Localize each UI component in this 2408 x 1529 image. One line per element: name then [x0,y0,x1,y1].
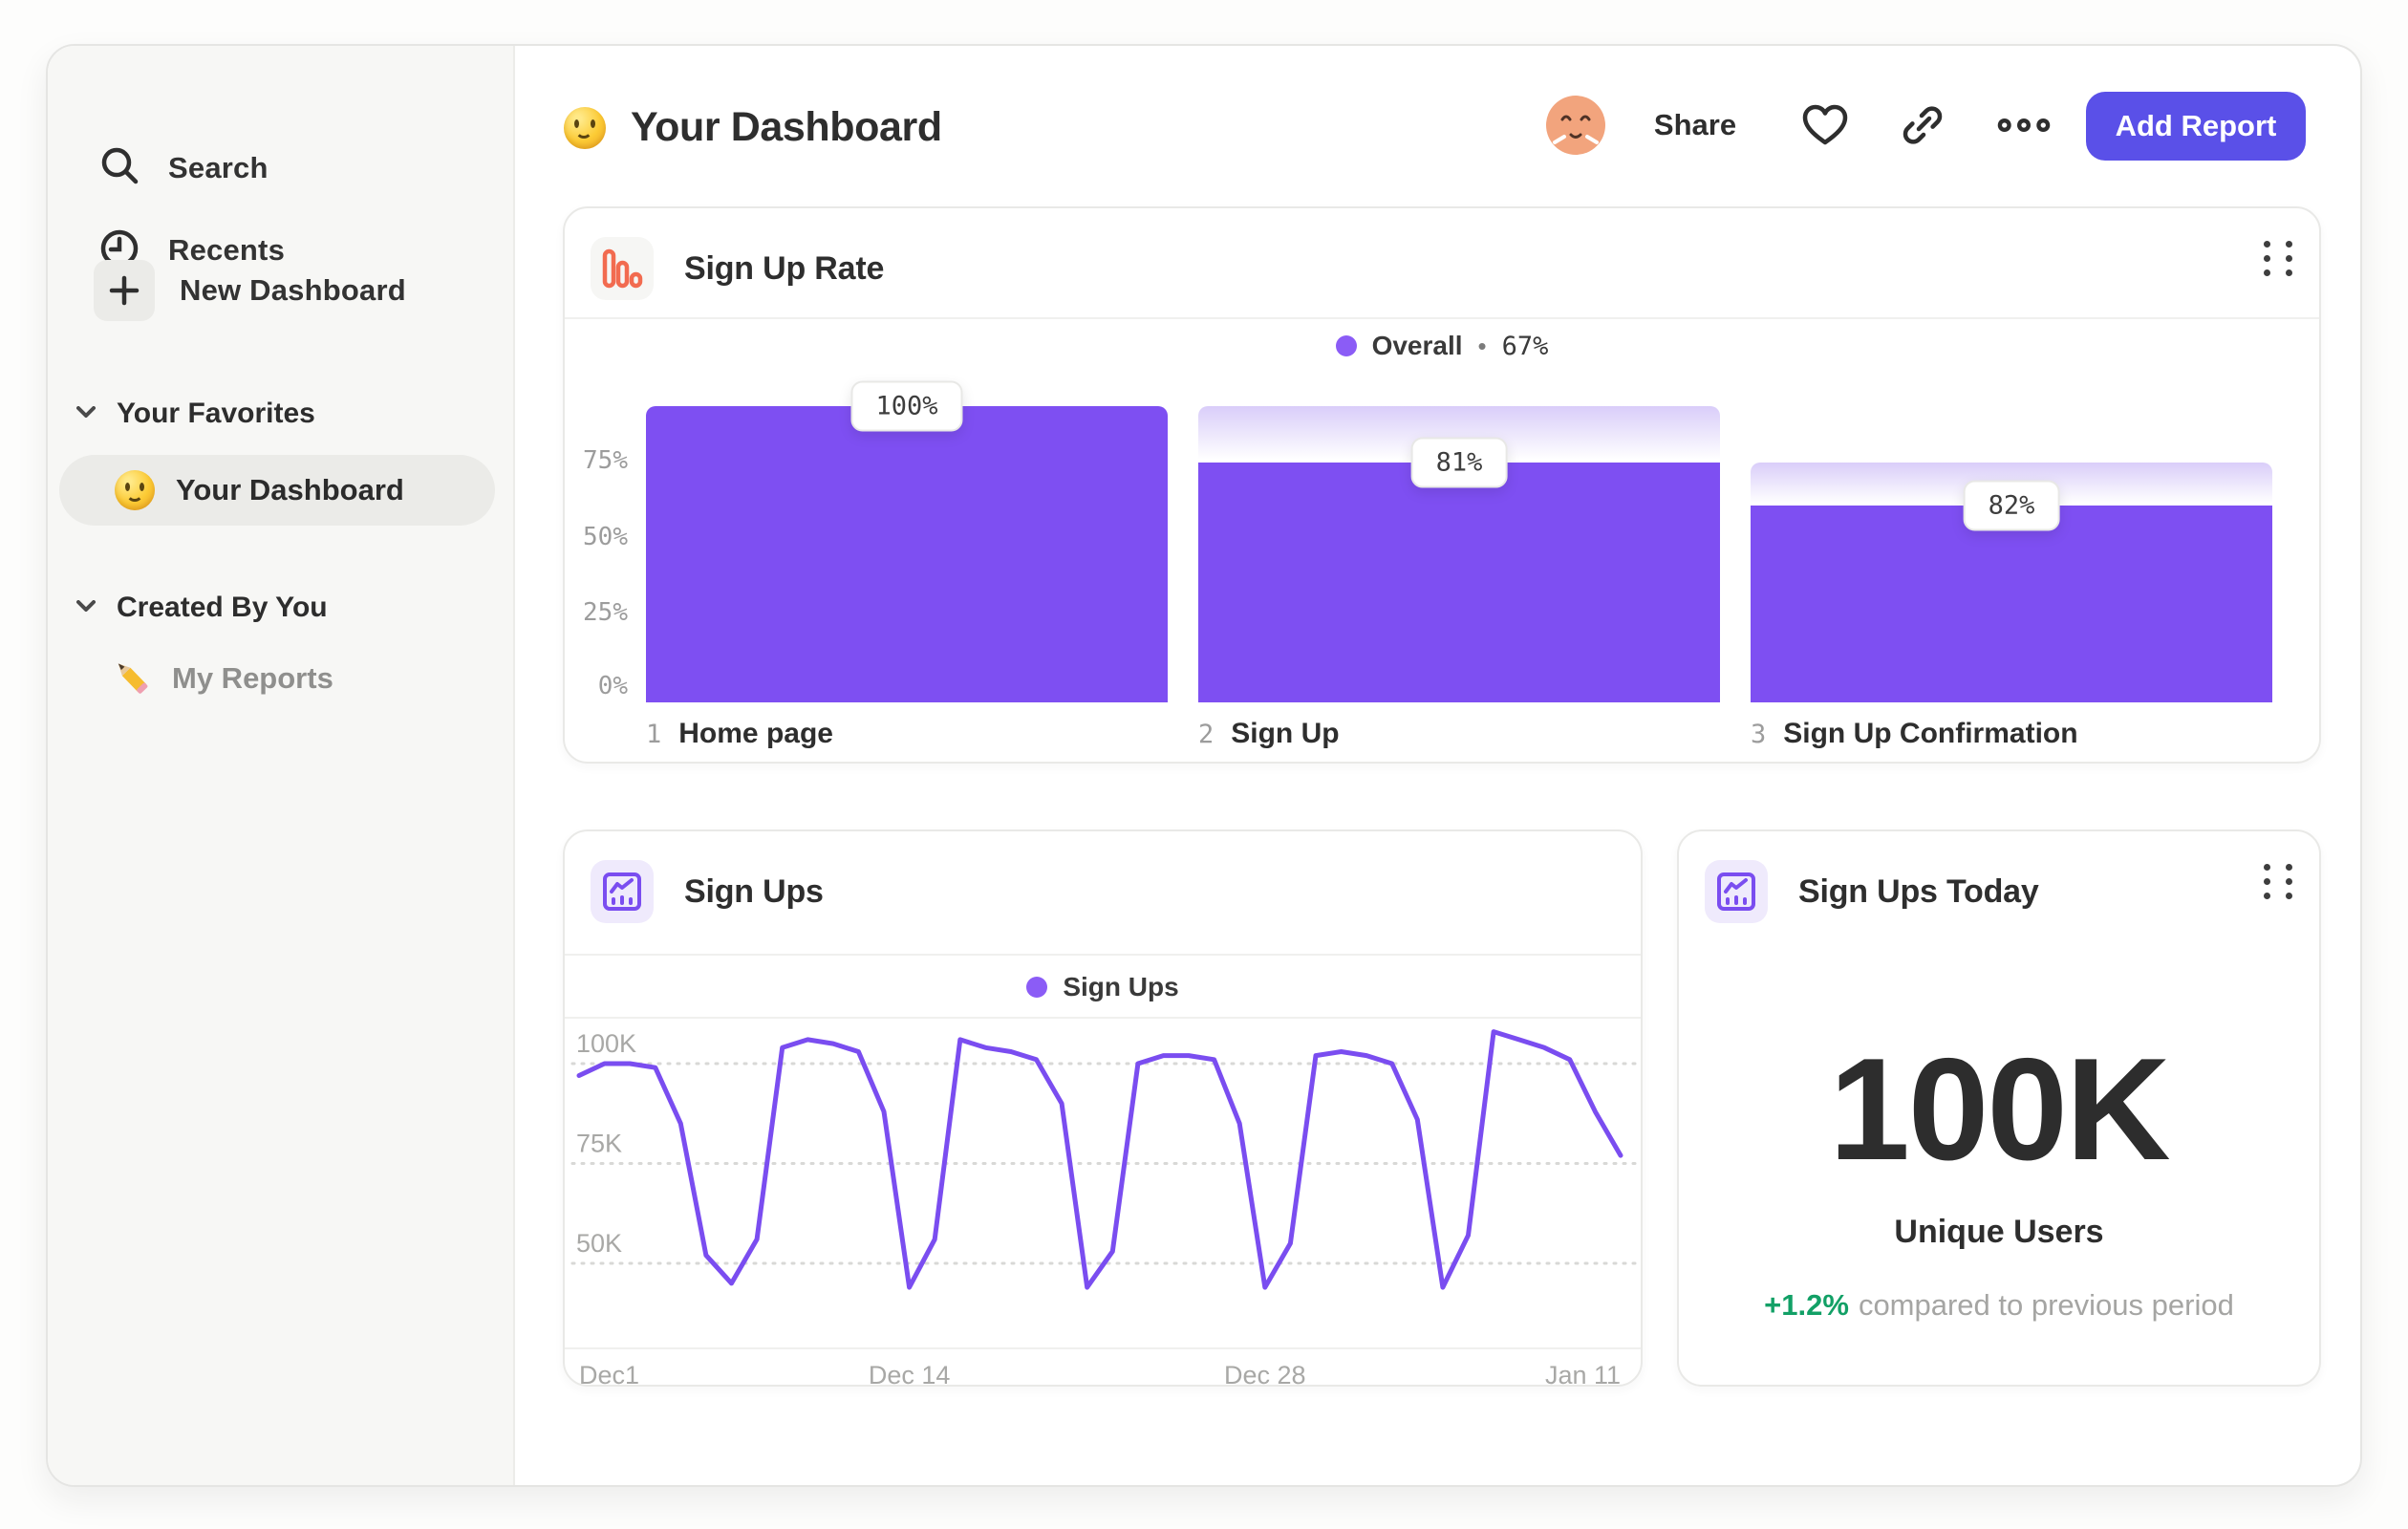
app-window: Search Recents New Dashboard Your Favori… [46,44,2362,1487]
y-axis-tick: 25% [583,598,628,627]
pencil-emoji [111,657,151,701]
legend-dot [1026,977,1048,998]
stat-delta-value: +1.2% [1764,1288,1849,1322]
stat-value: 100K [1829,1028,2170,1191]
sign-up-rate-card: Sign Up Rate Overall • 67% 75% 50% 25% 0… [563,206,2321,764]
trend-chart-icon [1705,860,1768,923]
chevron-down-icon [76,405,96,422]
y-axis-tick: 0% [597,672,628,700]
sidebar-item-label: My Reports [172,661,333,695]
x-axis-tick: Dec1 [579,1361,640,1389]
stat-delta-note: compared to previous period [1858,1288,2234,1322]
funnel-plot: 75% 50% 25% 0% 100% 81% 82% 1 Home page … [565,208,2319,762]
stat-subtitle: Unique Users [1894,1214,2104,1250]
funnel-step-label: 2 Sign Up [1198,718,1340,749]
smiley-emoji [115,470,155,510]
section-label: Created By You [117,592,328,623]
sign-ups-card: Sign Ups Sign Ups 100K 75K 50K Dec1 Dec 14 D… [563,829,1645,1389]
funnel-bar[interactable] [1198,462,1720,702]
avatar[interactable] [1545,88,1606,162]
divider [565,954,1641,956]
sidebar-item-new-dashboard[interactable]: New Dashboard [94,260,406,321]
chevron-down-icon [76,599,96,616]
sidebar-item-label: New Dashboard [180,273,406,307]
add-report-button[interactable]: Add Report [2086,92,2306,161]
x-axis-tick: Dec 14 [868,1361,951,1389]
x-axis-tick: Dec 28 [1224,1361,1306,1389]
funnel-bar[interactable] [646,406,1168,702]
sidebar: Search Recents New Dashboard Your Favori… [48,46,515,1485]
drag-handle-icon[interactable] [2264,858,2296,904]
section-label: Your Favorites [117,398,315,429]
sidebar-item-search[interactable]: Search [97,138,269,199]
y-axis-tick: 100K [576,1029,636,1058]
line-legend[interactable]: Sign Ups [565,972,1641,1002]
bar-value-tooltip: 82% [1963,480,2060,531]
sign-ups-today-card: Sign Ups Today 100K Unique Users +1.2% co… [1677,829,2321,1387]
bar-value-tooltip: 81% [1410,437,1508,488]
sidebar-item-your-dashboard[interactable]: Your Dashboard [59,455,495,526]
x-axis: Dec1 Dec 14 Dec 28 Jan 11 [565,1347,1641,1389]
x-axis-tick: Jan 11 [1544,1361,1621,1389]
funnel-step-label: 3 Sign Up Confirmation [1751,718,2078,749]
link-icon[interactable] [1898,88,1947,162]
sidebar-item-label: Search [168,151,269,184]
sidebar-item-label: Your Dashboard [176,473,404,506]
more-options-icon[interactable] [1997,88,2051,162]
page-title: Your Dashboard [564,104,942,151]
trend-chart-icon [591,860,654,923]
card-title: Sign Ups Today [1798,872,2039,910]
stat-delta: +1.2% compared to previous period [1679,1288,2319,1323]
y-axis-tick: 50K [576,1229,622,1258]
share-button[interactable]: Share [1649,88,1741,162]
bar-value-tooltip: 100% [850,380,963,432]
y-axis-tick: 75% [583,446,628,475]
smiley-emoji [564,106,606,149]
y-axis-tick: 75K [576,1130,622,1158]
heart-icon[interactable] [1799,88,1851,162]
funnel-step-label: 1 Home page [646,718,833,749]
y-axis-tick: 50% [583,523,628,551]
sign-ups-line-chart[interactable]: 100K 75K 50K [565,1019,1645,1347]
search-icon [97,144,141,193]
card-header: Sign Ups [591,860,824,923]
sidebar-section-created-by-you[interactable]: Created By You [76,587,328,629]
card-header: Sign Ups Today [1705,860,2039,923]
sidebar-item-my-reports[interactable]: My Reports [111,652,333,705]
plus-icon [94,260,155,321]
legend-label: Sign Ups [1063,972,1179,1001]
sidebar-section-your-favorites[interactable]: Your Favorites [76,393,315,435]
card-title: Sign Ups [684,872,824,910]
page-title-text: Your Dashboard [631,104,942,150]
sign-ups-series-line[interactable] [576,1029,1623,1290]
funnel-bar[interactable] [1751,506,2272,702]
